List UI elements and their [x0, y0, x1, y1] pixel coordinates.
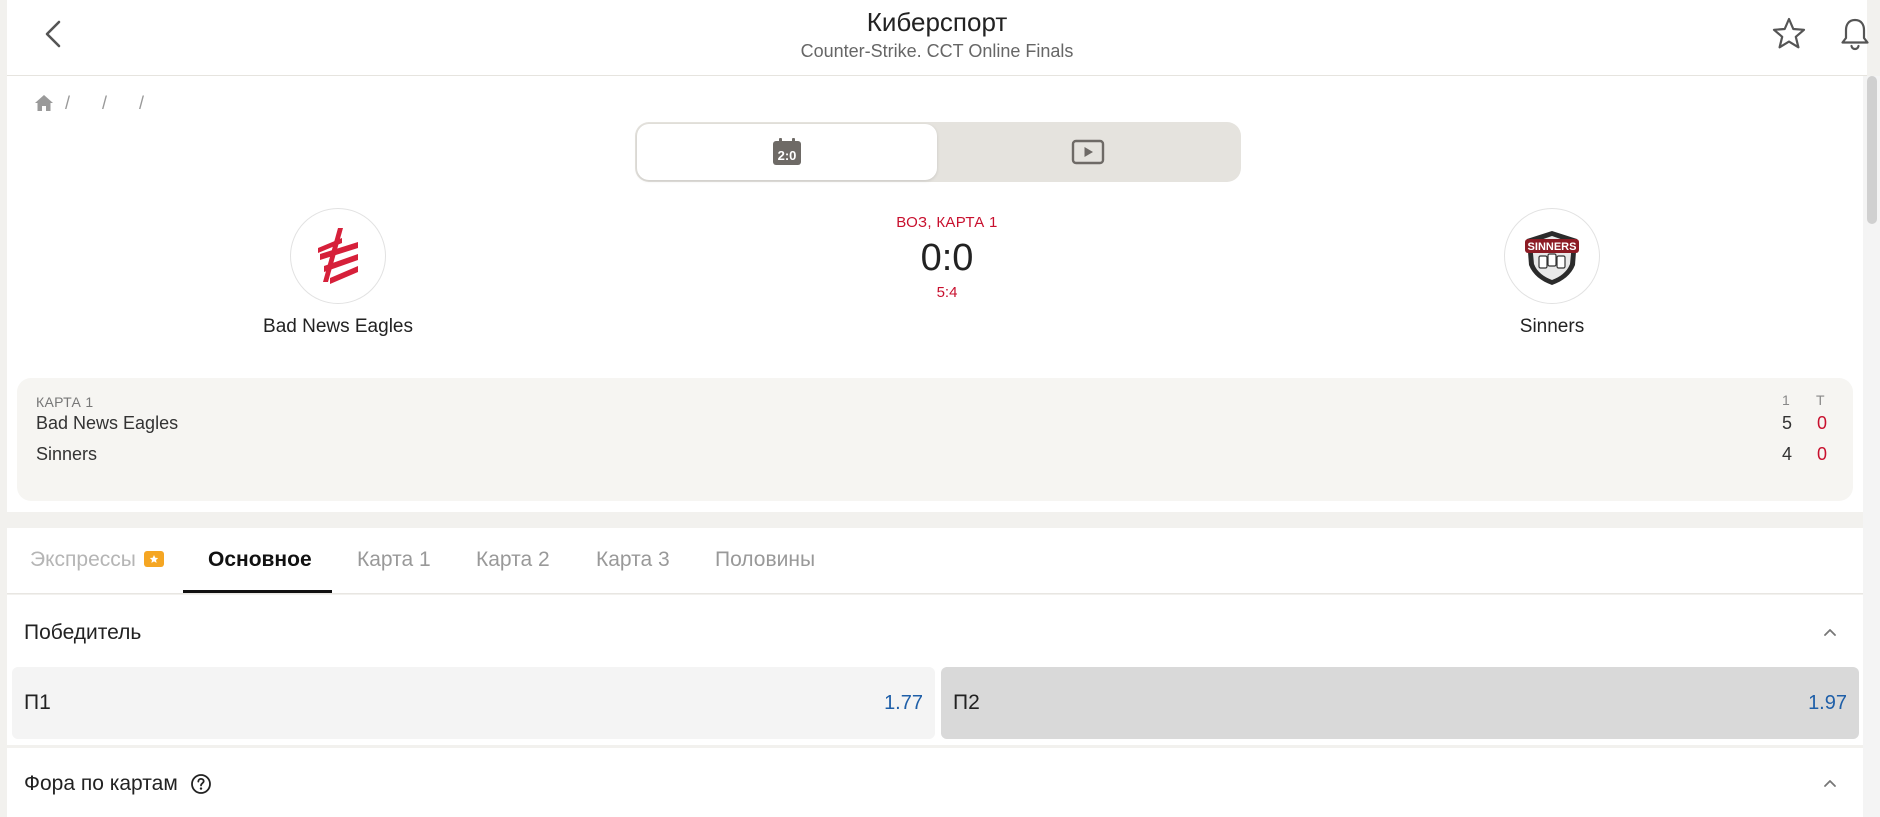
breadcrumb-separator: / — [139, 92, 145, 113]
tab-main[interactable]: Основное — [208, 548, 312, 572]
bad-news-eagles-logo-icon — [318, 228, 358, 284]
odds-button-p2[interactable]: П2 1.97 — [941, 667, 1859, 739]
page-title: Киберспорт — [866, 7, 1008, 37]
stats-team-name: Bad News Eagles — [36, 413, 179, 433]
tab-map-2[interactable]: Карта 2 — [476, 548, 550, 572]
scoreboard-view-button[interactable]: 2:0 — [637, 124, 937, 180]
chevron-up-icon[interactable] — [1821, 774, 1839, 792]
scoreboard-icon: 2:0 — [773, 138, 801, 165]
tab-map-1[interactable]: Карта 1 — [357, 548, 431, 572]
odds-value: 1.77 — [884, 692, 923, 714]
map-stats-panel: КАРТА 1 1 Т Bad News Eagles 5 0 Sinners … — [17, 378, 1853, 501]
market-title: Фора по картам — [24, 772, 178, 795]
page-subtitle: Counter-Strike. CCT Online Finals — [800, 41, 1074, 61]
svg-text:SINNERS: SINNERS — [1528, 241, 1577, 253]
match-card: / / / 2:0 Bad News Eagles ВОЗ, КАРТА 1 0… — [7, 76, 1863, 512]
tab-express[interactable]: Экспрессы — [30, 548, 165, 572]
stats-column-header: 1 — [1782, 392, 1790, 408]
odds-value: 1.97 — [1808, 692, 1847, 714]
period-label: ВОЗ, КАРТА 1 — [896, 214, 998, 231]
scrollbar-thumb[interactable] — [1867, 76, 1877, 224]
tab-halves[interactable]: Половины — [715, 548, 815, 572]
stats-value: 4 — [1782, 444, 1793, 464]
stats-team-name: Sinners — [36, 444, 98, 464]
stats-header: КАРТА 1 — [36, 394, 94, 410]
team-home-name: Bad News Eagles — [263, 316, 413, 337]
chevron-up-icon[interactable] — [1821, 623, 1839, 641]
team-home: Bad News Eagles — [188, 208, 488, 338]
main-score: 0:0 — [920, 237, 974, 279]
outcome-label: П1 — [24, 691, 51, 714]
svg-text:2:0: 2:0 — [778, 148, 797, 163]
sinners-logo-icon: SINNERS — [1525, 231, 1579, 285]
active-tab-indicator — [183, 590, 332, 593]
odds-button-p1[interactable]: П1 1.77 — [12, 667, 935, 739]
team-away-name: Sinners — [1519, 316, 1585, 337]
stats-value: 5 — [1782, 413, 1793, 433]
stats-value: 0 — [1817, 413, 1828, 433]
video-view-button[interactable] — [938, 124, 1238, 180]
breadcrumb-separator: / — [65, 92, 71, 113]
tab-map-3[interactable]: Карта 3 — [596, 548, 670, 572]
breadcrumb-separator: / — [102, 92, 108, 113]
breadcrumb: / / / — [33, 92, 166, 114]
notifications-button[interactable] — [1835, 14, 1875, 54]
team-away-logo: SINNERS — [1504, 208, 1600, 304]
home-icon[interactable] — [33, 93, 55, 113]
stats-value: 0 — [1817, 444, 1828, 464]
market-winner: Победитель П1 1.77 П2 1.97 — [7, 595, 1863, 745]
top-bar: Киберспорт Counter-Strike. CCT Online Fi… — [7, 0, 1869, 76]
star-icon — [1772, 17, 1806, 49]
team-away: SINNERS Sinners — [1402, 208, 1702, 338]
stats-column-header: Т — [1816, 392, 1825, 408]
market-map-handicap: Фора по картам — [7, 748, 1863, 817]
market-tabs: Экспрессы Основное Карта 1 Карта 2 Карта… — [7, 528, 1863, 594]
view-toggle: 2:0 — [635, 122, 1241, 182]
score-block: ВОЗ, КАРТА 1 0:0 5:4 — [827, 214, 1067, 301]
title-block: Киберспорт Counter-Strike. CCT Online Fi… — [7, 6, 1867, 63]
market-title: Победитель — [24, 621, 142, 644]
outcome-label: П2 — [953, 691, 980, 714]
bell-icon — [1841, 18, 1869, 51]
round-score: 5:4 — [936, 284, 958, 301]
team-home-logo — [290, 208, 386, 304]
app: Киберспорт Counter-Strike. CCT Online Fi… — [7, 0, 1869, 817]
ticket-icon — [143, 551, 164, 567]
tab-label: Экспрессы — [30, 548, 136, 571]
video-play-icon — [1071, 139, 1105, 165]
help-icon[interactable] — [190, 773, 212, 795]
market-title-row: Фора по картам — [24, 772, 212, 796]
favorite-button[interactable] — [1769, 14, 1809, 54]
